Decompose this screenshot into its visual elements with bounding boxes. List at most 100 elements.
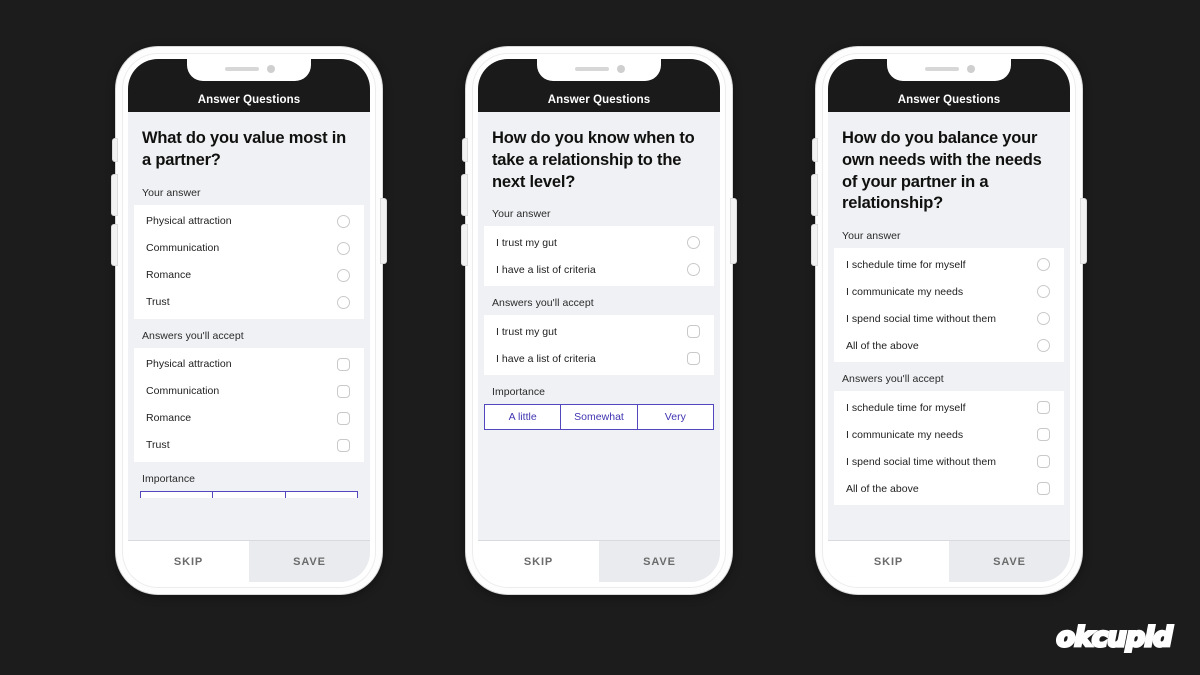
importance-label: Importance (142, 472, 196, 485)
save-button[interactable]: SAVE (599, 541, 720, 582)
volume-down-button[interactable] (462, 225, 467, 265)
list-item[interactable]: I trust my gut (484, 318, 714, 345)
option-label: I have a list of criteria (496, 352, 596, 365)
list-item[interactable]: I schedule time for myself (834, 251, 1064, 278)
importance-option-a-little[interactable]: A little (484, 404, 561, 431)
list-item[interactable]: Trust (134, 289, 364, 316)
checkbox-icon[interactable] (1037, 428, 1050, 442)
checkbox-icon[interactable] (1037, 455, 1050, 469)
option-label: Romance (146, 412, 192, 425)
volume-up-button[interactable] (462, 175, 467, 215)
skip-button[interactable]: SKIP (828, 541, 949, 582)
answers-accept-label: Answers you'll accept (842, 373, 944, 386)
radio-icon[interactable] (337, 295, 350, 309)
skip-button[interactable]: SKIP (478, 541, 599, 582)
option-label: I have a list of criteria (496, 263, 596, 276)
save-button[interactable]: SAVE (249, 541, 370, 582)
list-item[interactable]: I spend social time without them (834, 448, 1064, 475)
power-button[interactable] (1081, 199, 1086, 263)
mute-switch[interactable] (463, 139, 467, 161)
radio-icon[interactable] (337, 214, 350, 228)
earpiece-speaker-icon (575, 67, 609, 71)
answers-accept-label: Answers you'll accept (142, 329, 244, 342)
your-answer-card: I schedule time for myself I communicate… (834, 248, 1064, 363)
phone-screen: Answer Questions How do you balance your… (828, 59, 1070, 582)
answers-accept-card: I trust my gut I have a list of criteria (484, 315, 714, 376)
navbar-title: Answer Questions (547, 94, 651, 106)
list-item[interactable]: Trust (134, 432, 364, 459)
radio-icon[interactable] (337, 268, 350, 282)
list-item[interactable]: I have a list of criteria (484, 256, 714, 283)
checkbox-icon[interactable] (337, 357, 350, 371)
importance-segmented-control[interactable]: A little Somewhat Very (134, 490, 364, 498)
importance-option-very[interactable]: Very (284, 490, 358, 498)
list-item[interactable]: I communicate my needs (834, 421, 1064, 448)
volume-down-button[interactable] (812, 225, 817, 265)
option-label: I communicate my needs (846, 428, 964, 441)
checkbox-icon[interactable] (687, 325, 700, 339)
earpiece-speaker-icon (225, 67, 259, 71)
list-item[interactable]: All of the above (834, 332, 1064, 359)
front-camera-icon (267, 65, 275, 73)
radio-icon[interactable] (687, 263, 700, 277)
list-item[interactable]: I schedule time for myself (834, 394, 1064, 421)
radio-icon[interactable] (1037, 258, 1050, 272)
list-item[interactable]: Communication (134, 235, 364, 262)
volume-down-button[interactable] (112, 225, 117, 265)
checkbox-icon[interactable] (337, 438, 350, 452)
option-label: I schedule time for myself (846, 258, 966, 271)
poster-canvas: Answer Questions What do you value most … (0, 0, 1200, 675)
your-answer-label: Your answer (842, 230, 901, 243)
mute-switch[interactable] (113, 139, 117, 161)
checkbox-icon[interactable] (687, 352, 700, 366)
radio-icon[interactable] (1037, 339, 1050, 353)
list-item[interactable]: I have a list of criteria (484, 345, 714, 372)
list-item[interactable]: Romance (134, 405, 364, 432)
list-item[interactable]: Physical attraction (134, 351, 364, 378)
radio-icon[interactable] (687, 236, 700, 250)
skip-button[interactable]: SKIP (128, 541, 249, 582)
importance-option-somewhat[interactable]: Somewhat (560, 404, 637, 431)
importance-option-very[interactable]: Very (636, 404, 714, 431)
power-button[interactable] (381, 199, 386, 263)
list-item[interactable]: All of the above (834, 475, 1064, 502)
radio-icon[interactable] (337, 241, 350, 255)
radio-icon[interactable] (1037, 285, 1050, 299)
your-answer-card: Physical attraction Communication Romanc… (134, 204, 364, 319)
phone-mockup-3: Answer Questions How do you balance your… (812, 47, 1086, 594)
checkbox-icon[interactable] (337, 411, 350, 425)
navbar-title: Answer Questions (197, 94, 301, 106)
radio-icon[interactable] (1037, 312, 1050, 326)
save-button[interactable]: SAVE (949, 541, 1070, 582)
your-answer-label: Your answer (492, 208, 551, 221)
list-item[interactable]: Romance (134, 262, 364, 289)
checkbox-icon[interactable] (337, 384, 350, 398)
question-content: How do you balance your own needs with t… (828, 112, 1070, 540)
earpiece-speaker-icon (925, 67, 959, 71)
navbar-title: Answer Questions (897, 94, 1001, 106)
question-title: How do you balance your own needs with t… (842, 129, 1042, 213)
option-label: All of the above (846, 339, 919, 352)
phone-mockup-1: Answer Questions What do you value most … (112, 47, 386, 594)
volume-up-button[interactable] (112, 175, 117, 215)
navbar: Answer Questions (128, 59, 370, 112)
option-label: I spend social time without them (846, 455, 997, 468)
list-item[interactable]: Communication (134, 378, 364, 405)
list-item[interactable]: I trust my gut (484, 229, 714, 256)
power-button[interactable] (731, 199, 736, 263)
mute-switch[interactable] (813, 139, 817, 161)
importance-segmented-control[interactable]: A little Somewhat Very (478, 404, 720, 434)
volume-up-button[interactable] (812, 175, 817, 215)
checkbox-icon[interactable] (1037, 401, 1050, 415)
list-item[interactable]: I communicate my needs (834, 278, 1064, 305)
option-label: All of the above (846, 482, 919, 495)
importance-option-somewhat[interactable]: Somewhat (212, 490, 285, 498)
action-bar: SKIP SAVE (478, 540, 720, 582)
front-camera-icon (617, 65, 625, 73)
phone-screen: Answer Questions What do you value most … (128, 59, 370, 582)
importance-option-a-little[interactable]: A little (140, 490, 213, 498)
list-item[interactable]: Physical attraction (134, 208, 364, 235)
list-item[interactable]: I spend social time without them (834, 305, 1064, 332)
answers-accept-card: Physical attraction Communication Romanc… (134, 347, 364, 462)
checkbox-icon[interactable] (1037, 482, 1050, 496)
